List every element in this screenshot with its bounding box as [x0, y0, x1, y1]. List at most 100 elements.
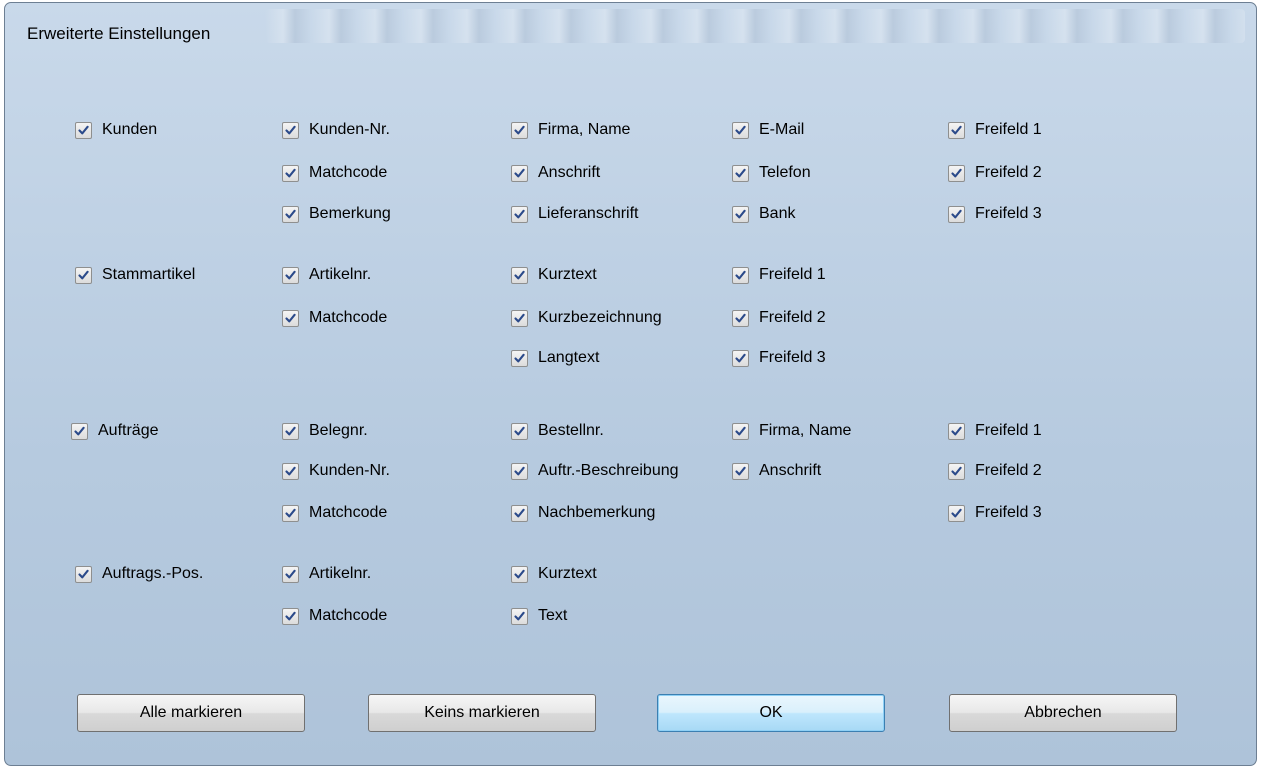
checkbox-checkmark-icon[interactable]: [282, 565, 299, 583]
checkbox-checkmark-icon[interactable]: [732, 205, 749, 223]
checkbox-checkmark-icon[interactable]: [511, 462, 528, 480]
checkbox-checkmark-icon[interactable]: [732, 309, 749, 327]
field-checkbox-stammartikel-freifeld-2[interactable]: Freifeld 2: [732, 309, 826, 327]
field-checkbox-kunden-anschrift[interactable]: Anschrift: [511, 164, 600, 182]
field-checkbox-kunden-matchcode[interactable]: Matchcode: [282, 164, 387, 182]
field-checkbox-auftraege-matchcode[interactable]: Matchcode: [282, 504, 387, 522]
field-checkbox-kunden-firma-name[interactable]: Firma, Name: [511, 121, 630, 139]
checkbox-checkmark-icon[interactable]: [732, 164, 749, 182]
field-checkbox-kunden-freifeld-3[interactable]: Freifeld 3: [948, 205, 1042, 223]
select-all-button[interactable]: Alle markieren: [77, 694, 305, 732]
checkbox-label: Stammartikel: [102, 266, 196, 283]
checkbox-label: Matchcode: [309, 164, 388, 181]
checkbox-checkmark-icon[interactable]: [948, 121, 965, 139]
field-checkbox-auftraege-freifeld-2[interactable]: Freifeld 2: [948, 462, 1042, 480]
checkbox-checkmark-icon[interactable]: [282, 121, 299, 139]
checkbox-checkmark-icon[interactable]: [511, 121, 528, 139]
checkbox-checkmark-icon[interactable]: [732, 121, 749, 139]
group-checkbox-stammartikel[interactable]: Stammartikel: [75, 266, 195, 284]
field-checkbox-auftraege-freifeld-3[interactable]: Freifeld 3: [948, 504, 1042, 522]
checkbox-checkmark-icon[interactable]: [511, 349, 528, 367]
checkbox-checkmark-icon[interactable]: [511, 205, 528, 223]
checkbox-label: Freifeld 2: [759, 309, 826, 326]
checkbox-label: Kunden: [102, 121, 158, 138]
checkbox-checkmark-icon[interactable]: [511, 309, 528, 327]
checkbox-label: Aufträge: [98, 422, 159, 439]
checkbox-checkmark-icon[interactable]: [282, 164, 299, 182]
checkbox-label: Belegnr.: [309, 422, 368, 439]
ok-button[interactable]: OK: [657, 694, 885, 732]
group-checkbox-auftraege[interactable]: Aufträge: [71, 422, 158, 440]
field-checkbox-auftraege-bestellnr[interactable]: Bestellnr.: [511, 422, 604, 440]
checkbox-checkmark-icon[interactable]: [511, 422, 528, 440]
field-checkbox-auftrags-pos-kurztext[interactable]: Kurztext: [511, 565, 597, 583]
checkbox-checkmark-icon[interactable]: [75, 121, 92, 139]
checkbox-checkmark-icon[interactable]: [282, 607, 299, 625]
checkbox-checkmark-icon[interactable]: [282, 266, 299, 284]
field-checkbox-auftrags-pos-matchcode[interactable]: Matchcode: [282, 607, 387, 625]
checkbox-checkmark-icon[interactable]: [75, 266, 92, 284]
checkbox-checkmark-icon[interactable]: [948, 164, 965, 182]
select-none-button[interactable]: Keins markieren: [368, 694, 596, 732]
checkbox-label: Firma, Name: [538, 121, 631, 138]
field-checkbox-kunden-telefon[interactable]: Telefon: [732, 164, 811, 182]
field-checkbox-kunden-bemerkung[interactable]: Bemerkung: [282, 205, 391, 223]
checkbox-checkmark-icon[interactable]: [511, 607, 528, 625]
field-checkbox-kunden-lieferanschrift[interactable]: Lieferanschrift: [511, 205, 639, 223]
field-checkbox-auftraege-kunden-nr[interactable]: Kunden-Nr.: [282, 462, 390, 480]
checkbox-label: Langtext: [538, 349, 600, 366]
checkbox-checkmark-icon[interactable]: [282, 422, 299, 440]
field-checkbox-auftraege-anschrift[interactable]: Anschrift: [732, 462, 821, 480]
field-checkbox-auftraege-firma-name[interactable]: Firma, Name: [732, 422, 851, 440]
field-checkbox-auftraege-nachbemerkung[interactable]: Nachbemerkung: [511, 504, 655, 522]
cancel-button[interactable]: Abbrechen: [949, 694, 1177, 732]
field-checkbox-auftraege-auftr-beschreibung[interactable]: Auftr.-Beschreibung: [511, 462, 679, 480]
checkbox-checkmark-icon[interactable]: [511, 266, 528, 284]
field-checkbox-auftraege-belegnr[interactable]: Belegnr.: [282, 422, 368, 440]
field-checkbox-stammartikel-freifeld-1[interactable]: Freifeld 1: [732, 266, 826, 284]
field-checkbox-auftrags-pos-artikelnr[interactable]: Artikelnr.: [282, 565, 371, 583]
checkbox-checkmark-icon[interactable]: [282, 309, 299, 327]
field-checkbox-kunden-bank[interactable]: Bank: [732, 205, 795, 223]
field-checkbox-kunden-freifeld-1[interactable]: Freifeld 1: [948, 121, 1042, 139]
field-checkbox-kunden-freifeld-2[interactable]: Freifeld 2: [948, 164, 1042, 182]
field-checkbox-stammartikel-artikelnr[interactable]: Artikelnr.: [282, 266, 371, 284]
checkbox-checkmark-icon[interactable]: [948, 422, 965, 440]
checkbox-checkmark-icon[interactable]: [511, 504, 528, 522]
checkbox-label: Kurztext: [538, 565, 597, 582]
field-checkbox-stammartikel-langtext[interactable]: Langtext: [511, 349, 599, 367]
checkbox-label: Bemerkung: [309, 205, 391, 222]
group-checkbox-kunden[interactable]: Kunden: [75, 121, 157, 139]
field-checkbox-stammartikel-kurztext[interactable]: Kurztext: [511, 266, 597, 284]
checkbox-label: Freifeld 3: [975, 504, 1042, 521]
field-checkbox-stammartikel-freifeld-3[interactable]: Freifeld 3: [732, 349, 826, 367]
checkbox-checkmark-icon[interactable]: [282, 205, 299, 223]
checkbox-checkmark-icon[interactable]: [282, 462, 299, 480]
checkbox-checkmark-icon[interactable]: [732, 462, 749, 480]
checkbox-checkmark-icon[interactable]: [948, 205, 965, 223]
field-checkbox-stammartikel-matchcode[interactable]: Matchcode: [282, 309, 387, 327]
checkbox-checkmark-icon[interactable]: [732, 349, 749, 367]
checkbox-label: Text: [538, 607, 568, 624]
checkbox-checkmark-icon[interactable]: [71, 422, 88, 440]
checkbox-checkmark-icon[interactable]: [948, 504, 965, 522]
checkbox-checkmark-icon[interactable]: [511, 164, 528, 182]
checkbox-label: Artikelnr.: [309, 266, 372, 283]
checkbox-checkmark-icon[interactable]: [732, 422, 749, 440]
field-checkbox-auftrags-pos-text[interactable]: Text: [511, 607, 567, 625]
field-checkbox-kunden-e-mail[interactable]: E-Mail: [732, 121, 804, 139]
checkbox-label: Auftr.-Beschreibung: [538, 462, 679, 479]
field-checkbox-stammartikel-kurzbezeichnung[interactable]: Kurzbezeichnung: [511, 309, 662, 327]
checkbox-label: Matchcode: [309, 309, 388, 326]
checkbox-label: Auftrags.-Pos.: [102, 565, 204, 582]
checkbox-checkmark-icon[interactable]: [511, 565, 528, 583]
checkbox-checkmark-icon[interactable]: [75, 565, 92, 583]
checkbox-checkmark-icon[interactable]: [948, 462, 965, 480]
checkbox-checkmark-icon[interactable]: [282, 504, 299, 522]
field-checkbox-auftraege-freifeld-1[interactable]: Freifeld 1: [948, 422, 1042, 440]
group-checkbox-auftrags-pos[interactable]: Auftrags.-Pos.: [75, 565, 203, 583]
checkbox-label: Firma, Name: [759, 422, 852, 439]
checkbox-label: Telefon: [759, 164, 811, 181]
checkbox-checkmark-icon[interactable]: [732, 266, 749, 284]
field-checkbox-kunden-kunden-nr[interactable]: Kunden-Nr.: [282, 121, 390, 139]
